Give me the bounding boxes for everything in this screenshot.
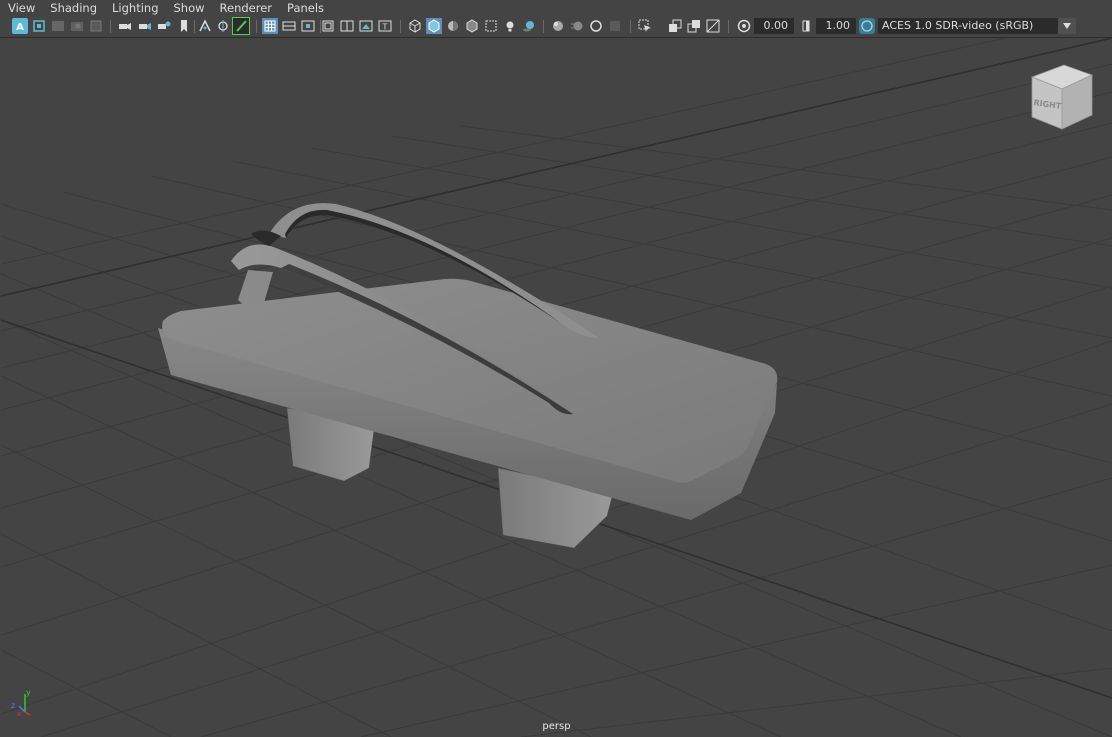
menu-shading[interactable]: Shading — [42, 0, 104, 16]
panel-toolbar: A T 0.00 1.00 ACES 1.0 SDR-video (sRGB) — [0, 16, 1112, 38]
resolution-gate-icon[interactable] — [300, 18, 316, 34]
camera-lock-icon[interactable] — [156, 18, 172, 34]
viewport-scene: y z x — [1, 38, 1112, 737]
bookmarks-icon[interactable] — [50, 18, 66, 34]
camera-name-label: persp — [542, 721, 571, 732]
wireframe-on-shaded-icon[interactable] — [464, 18, 480, 34]
geta-sandal-model — [158, 203, 778, 549]
menu-show[interactable]: Show — [166, 0, 212, 16]
select-camera-icon[interactable]: A — [12, 18, 28, 34]
menu-renderer[interactable]: Renderer — [212, 0, 280, 16]
menu-lighting[interactable]: Lighting — [104, 0, 165, 16]
grease-pencil-icon[interactable] — [117, 18, 133, 34]
gamma-field[interactable]: 1.00 — [816, 18, 856, 34]
wireframe-icon[interactable] — [407, 18, 423, 34]
menu-panels[interactable]: Panels — [279, 0, 331, 16]
chevron-down-icon[interactable] — [1058, 18, 1076, 34]
use-all-lights-icon[interactable] — [502, 18, 518, 34]
xray-icon[interactable] — [483, 18, 499, 34]
smooth-shade-icon[interactable] — [426, 18, 442, 34]
safe-title-icon[interactable]: T — [377, 18, 393, 34]
multisample-aa-icon[interactable] — [588, 18, 604, 34]
camera-attributes-icon[interactable] — [31, 18, 47, 34]
screen-space-ao-icon[interactable] — [550, 18, 566, 34]
camera-bookmark-icon[interactable] — [137, 18, 153, 34]
svg-text:A: A — [16, 22, 24, 33]
default-material-icon[interactable] — [445, 18, 461, 34]
view-cube[interactable]: RIGHT — [1030, 63, 1094, 131]
film-gate-icon[interactable] — [281, 18, 297, 34]
isolate-select-icon[interactable] — [637, 18, 653, 34]
field-chart-icon[interactable] — [339, 18, 355, 34]
panel-menubar: View Shading Lighting Show Renderer Pane… — [0, 0, 1112, 16]
motion-blur-icon[interactable] — [569, 18, 585, 34]
color-space-select[interactable]: ACES 1.0 SDR-video (sRGB) — [878, 18, 1076, 34]
exposure-icon[interactable] — [736, 18, 752, 34]
shadows-icon[interactable] — [521, 18, 537, 34]
safe-action-icon[interactable] — [358, 18, 374, 34]
snap-icon[interactable] — [197, 18, 213, 34]
axis-label-x: x — [17, 710, 21, 718]
xray-active-components-icon[interactable] — [686, 18, 702, 34]
gamma-icon[interactable] — [798, 18, 814, 34]
maya-viewport-panel: View Shading Lighting Show Renderer Pane… — [0, 0, 1112, 737]
svg-text:T: T — [382, 23, 388, 32]
depth-of-field-icon[interactable] — [607, 18, 623, 34]
axis-gizmo: y z x — [11, 688, 31, 718]
axis-label-y: y — [26, 688, 31, 697]
gate-mask-icon[interactable] — [320, 18, 336, 34]
grid-icon[interactable] — [262, 18, 278, 34]
2d-pan-zoom-icon[interactable] — [88, 18, 104, 34]
texture-icon[interactable] — [705, 18, 721, 34]
axis-label-z: z — [11, 701, 15, 710]
grease-pencil-toggle-icon[interactable] — [232, 17, 250, 35]
exposure-field[interactable]: 0.00 — [754, 18, 794, 34]
3d-viewport[interactable]: y z x persp — [1, 38, 1112, 737]
menu-view[interactable]: View — [0, 0, 42, 16]
xray-joints-icon[interactable] — [667, 18, 683, 34]
pivot-icon[interactable] — [215, 18, 231, 34]
bookmark-icon[interactable] — [176, 18, 192, 34]
color-management-icon[interactable] — [859, 18, 875, 34]
image-plane-icon[interactable] — [69, 18, 85, 34]
